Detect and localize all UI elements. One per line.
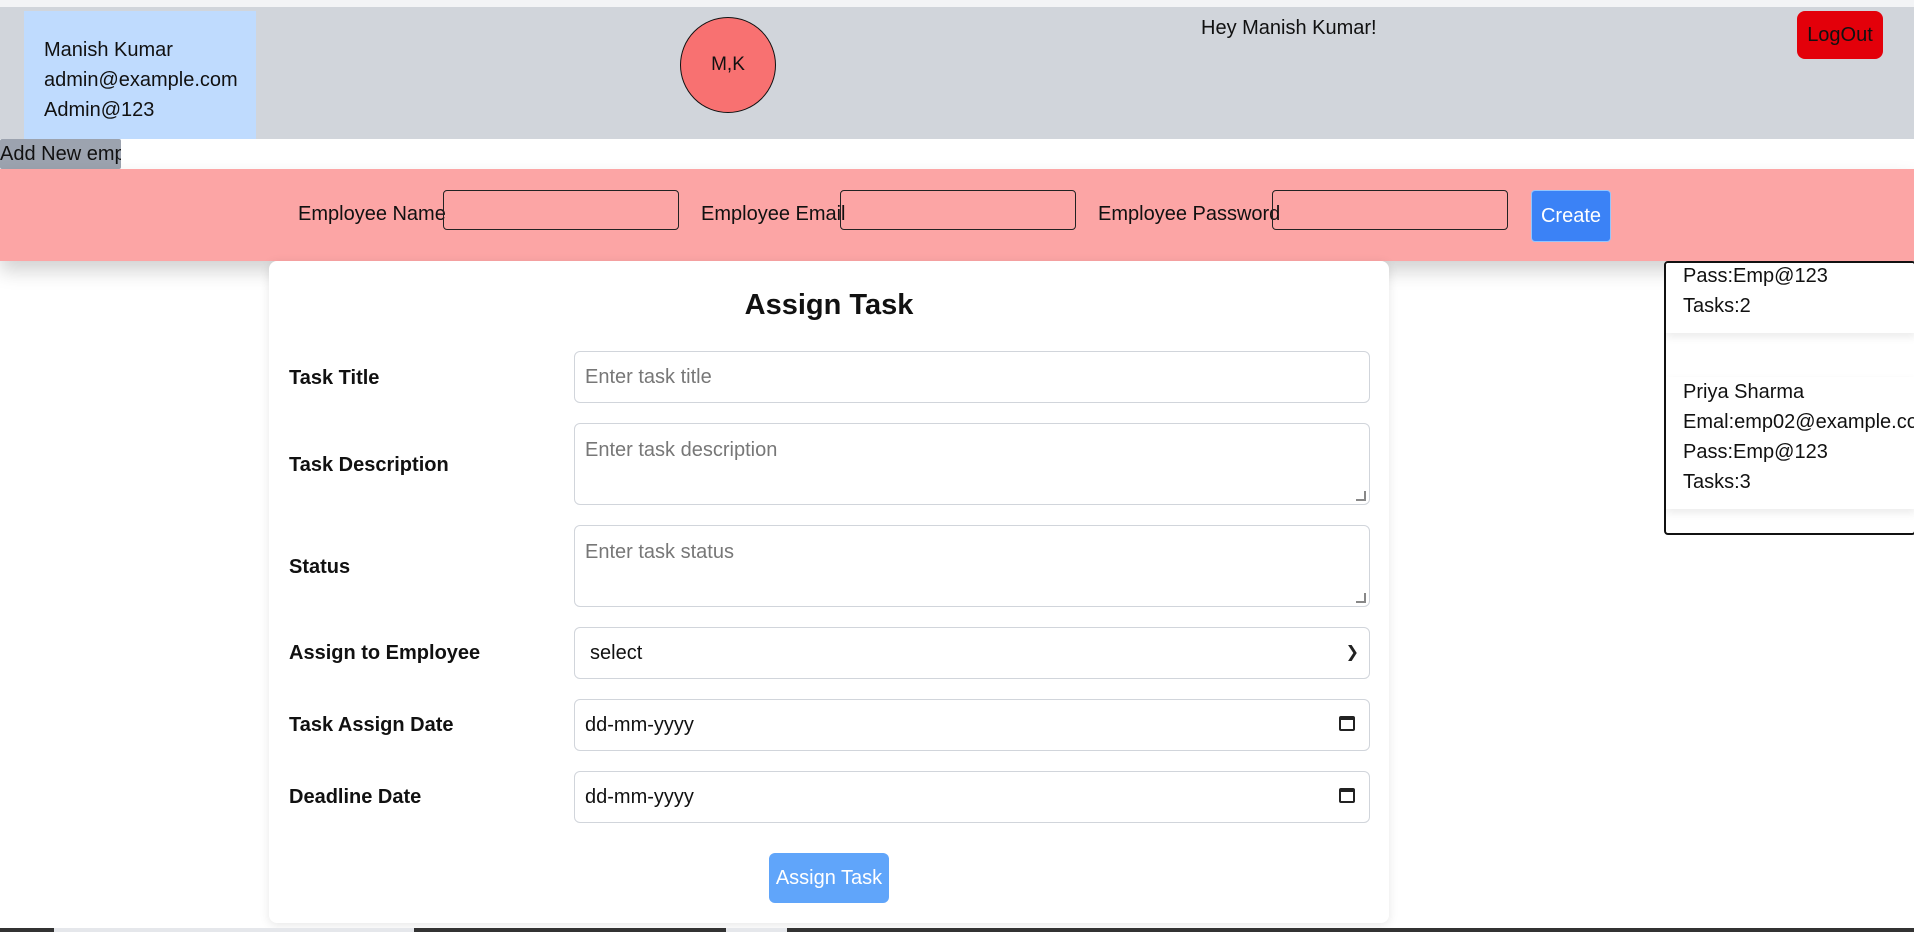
employee-password: Pass:Emp@123 bbox=[1683, 265, 1828, 287]
employee-name-label: Employee Name bbox=[298, 203, 446, 225]
user-name: Manish Kumar bbox=[44, 39, 173, 61]
scrollbar-segment bbox=[414, 928, 726, 932]
employee-password-label: Employee Password bbox=[1098, 203, 1281, 225]
employee-email-label: Employee Email bbox=[701, 203, 846, 225]
deadline-date-label: Deadline Date bbox=[289, 786, 422, 808]
task-title-label: Task Title bbox=[289, 367, 380, 389]
employee-email-input[interactable] bbox=[840, 190, 1076, 230]
avatar[interactable]: M,K bbox=[680, 17, 776, 113]
resize-handle-icon[interactable] bbox=[1356, 491, 1366, 501]
employee-list[interactable]: Pass:Emp@123 Tasks:2 Priya Sharma Emal:e… bbox=[1664, 261, 1914, 535]
header: Manish Kumar admin@example.com Admin@123… bbox=[0, 7, 1914, 139]
calendar-icon[interactable] bbox=[1339, 788, 1355, 803]
employee-task-count: Tasks:3 bbox=[1683, 471, 1751, 493]
user-email: admin@example.com bbox=[44, 69, 238, 91]
calendar-icon[interactable] bbox=[1339, 716, 1355, 731]
user-info-card: Manish Kumar admin@example.com Admin@123 bbox=[24, 11, 256, 139]
employee-password-input[interactable] bbox=[1272, 190, 1508, 230]
task-assign-date-label: Task Assign Date bbox=[289, 714, 454, 736]
add-new-employee-toggle[interactable]: Add New emp bbox=[0, 139, 121, 169]
task-assign-date-input[interactable]: dd-mm-yyyy bbox=[574, 699, 1370, 751]
horizontal-scrollbar[interactable] bbox=[0, 928, 1914, 932]
create-employee-button[interactable]: Create bbox=[1531, 190, 1611, 242]
assign-task-card: Assign Task Task Title Enter task title … bbox=[269, 261, 1389, 923]
greeting-text: Hey Manish Kumar! bbox=[1201, 17, 1377, 39]
task-description-placeholder: Enter task description bbox=[585, 439, 778, 461]
avatar-initials: M,K bbox=[711, 54, 745, 75]
resize-handle-icon[interactable] bbox=[1356, 593, 1366, 603]
add-employee-form: Employee Name Employee Email Employee Pa… bbox=[0, 169, 1914, 261]
employee-email: Emal:emp02@example.com bbox=[1683, 411, 1914, 433]
assign-task-heading: Assign Task bbox=[744, 289, 914, 321]
chevron-down-icon: ❯ bbox=[1345, 644, 1359, 661]
top-border bbox=[0, 0, 1914, 7]
assign-employee-selected: select bbox=[590, 642, 643, 664]
assign-employee-label: Assign to Employee bbox=[289, 642, 481, 664]
employee-name-input[interactable] bbox=[443, 190, 679, 230]
task-description-input[interactable]: Enter task description bbox=[574, 423, 1370, 505]
status-label: Status bbox=[289, 556, 351, 578]
logout-button[interactable]: LogOut bbox=[1797, 11, 1883, 59]
employee-task-count: Tasks:2 bbox=[1683, 295, 1751, 317]
employee-card: Pass:Emp@123 Tasks:2 bbox=[1666, 263, 1914, 333]
deadline-date-value: dd-mm-yyyy bbox=[585, 786, 694, 808]
status-input[interactable]: Enter task status bbox=[574, 525, 1370, 607]
employee-password: Pass:Emp@123 bbox=[1683, 441, 1828, 463]
assign-task-button[interactable]: Assign Task bbox=[769, 853, 889, 903]
assign-employee-select[interactable]: select ❯ bbox=[574, 627, 1370, 679]
scrollbar-segment bbox=[0, 928, 54, 932]
user-password: Admin@123 bbox=[44, 99, 155, 121]
deadline-date-input[interactable]: dd-mm-yyyy bbox=[574, 771, 1370, 823]
task-title-input[interactable]: Enter task title bbox=[574, 351, 1370, 403]
scrollbar-segment bbox=[787, 928, 1914, 932]
status-placeholder: Enter task status bbox=[585, 541, 734, 563]
employee-name: Priya Sharma bbox=[1683, 381, 1805, 403]
employee-card: Priya Sharma Emal:emp02@example.com Pass… bbox=[1666, 377, 1914, 509]
task-description-label: Task Description bbox=[289, 454, 449, 476]
task-assign-date-value: dd-mm-yyyy bbox=[585, 714, 694, 736]
